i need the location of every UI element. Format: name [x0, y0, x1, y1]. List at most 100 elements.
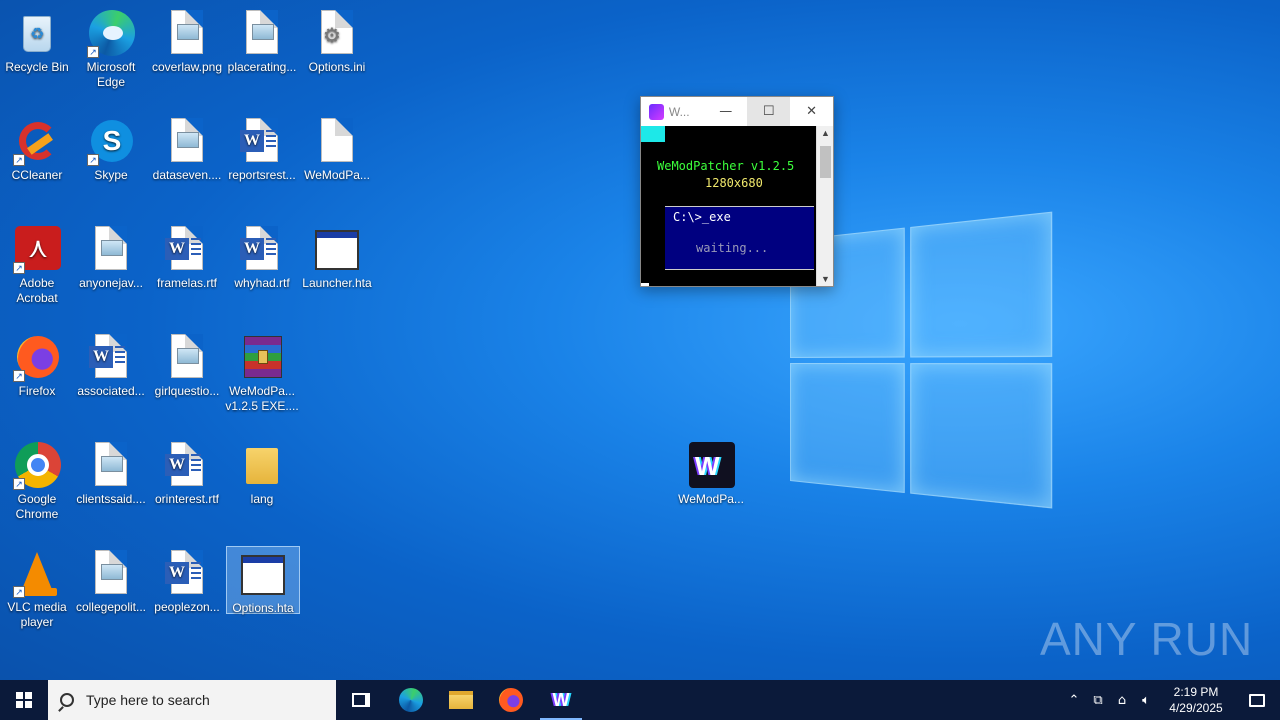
volume-icon[interactable]: 🔈︎	[1134, 693, 1158, 708]
taskbar-firefox[interactable]	[486, 680, 536, 720]
recycle-bin-icon: ♻	[13, 10, 61, 58]
desktop-icon-coverlaw[interactable]: coverlaw.png	[150, 6, 224, 75]
settings-file-icon: ⚙	[313, 10, 361, 58]
close-button[interactable]: ✕	[790, 97, 833, 126]
ccleaner-icon: ↗	[13, 118, 61, 166]
desktop-icon-microsoft-edge[interactable]: ↗ Microsoft Edge	[74, 6, 148, 90]
wemod-app-icon: W	[552, 689, 570, 710]
notification-icon	[1249, 693, 1265, 707]
skype-icon: S ↗	[87, 118, 135, 166]
console-prompt-box: C:\>_exe waiting...	[665, 206, 814, 270]
taskbar-edge[interactable]	[386, 680, 436, 720]
desktop-icon-lang-folder[interactable]: lang	[225, 438, 299, 507]
scroll-up-icon[interactable]: ▲	[821, 128, 830, 138]
vlc-cone-icon: ↗	[13, 550, 61, 598]
image-file-icon	[163, 10, 211, 58]
desktop-icon-adobe-acrobat[interactable]: ⋏ ↗ Adobe Acrobat	[0, 222, 74, 306]
desktop-icon-skype[interactable]: S ↗ Skype	[74, 114, 148, 183]
chrome-icon: ↗	[13, 442, 61, 490]
cyan-block	[641, 126, 665, 142]
anyrun-watermark: ANY RUN	[1040, 613, 1254, 665]
image-file-icon	[163, 334, 211, 382]
desktop-icon-wemodpa-file[interactable]: WeModPa...	[300, 114, 374, 183]
notification-button[interactable]	[1234, 693, 1280, 707]
desktop-icon-wemodpa-app[interactable]: W WeModPa...	[674, 438, 748, 507]
desktop-icon-firefox[interactable]: ↗ Firefox	[0, 330, 74, 399]
word-document-icon: W	[238, 226, 286, 274]
scroll-down-icon[interactable]: ▼	[821, 274, 830, 284]
clock-time: 2:19 PM	[1173, 685, 1219, 699]
taskbar-wemodpatcher[interactable]: W	[536, 680, 586, 720]
minimize-button[interactable]: —	[704, 97, 747, 126]
meet-now-icon[interactable]: ⧉	[1086, 693, 1110, 708]
desktop-icon-framelas[interactable]: W framelas.rtf	[150, 222, 224, 291]
desktop-icon-recycle-bin[interactable]: ♻ Recycle Bin	[0, 6, 74, 75]
desktop-icon-associated[interactable]: W associated...	[74, 330, 148, 399]
taskbar: Type here to search W ⌃ ⧉ ⌂ 🔈︎ 2:19 PM 4…	[0, 680, 1280, 720]
desktop-icon-reportsrest[interactable]: W reportsrest...	[225, 114, 299, 183]
desktop-icon-clientssaid[interactable]: clientssaid....	[74, 438, 148, 507]
search-icon	[60, 693, 74, 707]
adobe-acrobat-icon: ⋏ ↗	[13, 226, 61, 274]
word-document-icon: W	[163, 226, 211, 274]
wemod-app-icon: W	[687, 442, 735, 490]
console-status: waiting...	[696, 241, 769, 255]
desktop-icon-orinterest[interactable]: W orinterest.rtf	[150, 438, 224, 507]
image-file-icon	[163, 118, 211, 166]
clock-date: 4/29/2025	[1169, 701, 1223, 715]
word-document-icon: W	[163, 442, 211, 490]
desktop-icon-peoplezon[interactable]: W peoplezon...	[150, 546, 224, 615]
taskbar-clock[interactable]: 2:19 PM 4/29/2025	[1158, 684, 1234, 716]
image-file-icon	[238, 10, 286, 58]
desktop-icon-vlc[interactable]: ↗ VLC media player	[0, 546, 74, 630]
hta-application-icon	[313, 226, 361, 274]
windows-start-icon	[16, 692, 32, 708]
desktop-icon-collegepolit[interactable]: collegepolit...	[74, 546, 148, 615]
desktop-icon-girlquestio[interactable]: girlquestio...	[150, 330, 224, 399]
chevron-up-icon[interactable]: ⌃	[1062, 693, 1086, 708]
firefox-icon	[499, 688, 523, 712]
desktop-icon-ccleaner[interactable]: ↗ CCleaner	[0, 114, 74, 183]
hta-application-icon	[239, 551, 287, 599]
taskbar-file-explorer[interactable]	[436, 680, 486, 720]
word-document-icon: W	[87, 334, 135, 382]
console-resolution: 1280x680	[705, 176, 763, 190]
system-tray: ⌃ ⧉ ⌂ 🔈︎ 2:19 PM 4/29/2025	[1062, 680, 1280, 720]
console-app-title: WeModPatcher v1.2.5	[657, 159, 795, 173]
console-cursor	[641, 283, 649, 286]
network-icon[interactable]: ⌂	[1110, 693, 1134, 708]
folder-icon	[238, 442, 286, 490]
console-titlebar[interactable]: W... — ☐ ✕	[641, 97, 833, 126]
desktop-icon-options-hta[interactable]: Options.hta	[226, 546, 300, 615]
start-button[interactable]	[0, 680, 48, 720]
winrar-archive-icon	[238, 334, 286, 382]
scrollbar-thumb[interactable]	[820, 146, 831, 178]
desktop-icon-launcher-hta[interactable]: Launcher.hta	[300, 222, 374, 291]
desktop-icon-placerating[interactable]: placerating...	[225, 6, 299, 75]
wemodpatcher-console-window[interactable]: W... — ☐ ✕ WeModPatcher v1.2.5 1280x680 …	[640, 96, 834, 287]
maximize-button[interactable]: ☐	[747, 97, 791, 126]
taskbar-search-box[interactable]: Type here to search	[48, 680, 336, 720]
desktop-icon-whyhad[interactable]: W whyhad.rtf	[225, 222, 299, 291]
console-output: WeModPatcher v1.2.5 1280x680 C:\>_exe wa…	[641, 126, 817, 286]
desktop-icon-anyonejav[interactable]: anyonejav...	[74, 222, 148, 291]
console-scrollbar[interactable]: ▲ ▼	[816, 126, 833, 286]
task-view-icon	[352, 693, 370, 707]
blank-file-icon	[313, 118, 361, 166]
task-view-button[interactable]	[336, 680, 386, 720]
image-file-icon	[87, 226, 135, 274]
word-document-icon: W	[163, 550, 211, 598]
desktop-icon-dataseven[interactable]: dataseven....	[150, 114, 224, 183]
wemod-app-icon	[649, 103, 664, 120]
desktop-icon-options-ini[interactable]: ⚙ Options.ini	[300, 6, 374, 75]
desktop-icon-wemodpa-archive[interactable]: WeModPa... v1.2.5 EXE....	[225, 330, 299, 414]
edge-icon	[399, 688, 423, 712]
image-file-icon	[87, 550, 135, 598]
console-prompt: C:\>_exe	[673, 210, 731, 224]
folder-icon	[449, 691, 473, 709]
search-placeholder: Type here to search	[86, 692, 210, 708]
firefox-icon: ↗	[13, 334, 61, 382]
edge-icon: ↗	[87, 10, 135, 58]
image-file-icon	[87, 442, 135, 490]
desktop-icon-google-chrome[interactable]: ↗ Google Chrome	[0, 438, 74, 522]
